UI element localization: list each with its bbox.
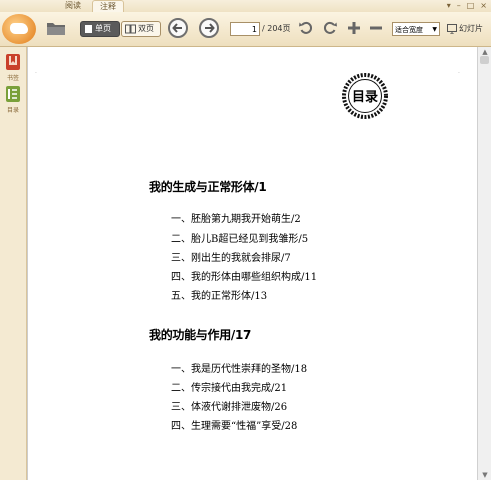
title-bar: 阅读 注释 ▾ – □ × bbox=[0, 0, 491, 13]
toolbar: 单页 双页 1 / 204页 适合宽度 ▼ 幻灯片 bbox=[0, 12, 491, 47]
toc-entry[interactable]: 一、我是历代性崇拜的圣物/18 bbox=[171, 363, 307, 377]
single-page-icon bbox=[85, 25, 92, 33]
zoom-select[interactable]: 适合宽度 ▼ bbox=[392, 22, 440, 36]
minus-icon bbox=[370, 26, 382, 30]
slideshow-button[interactable]: 幻灯片 bbox=[447, 22, 483, 36]
toc-badge-label: 目录 bbox=[351, 90, 378, 105]
toc-entry[interactable]: 二、胎儿B超已经见到我雏形/5 bbox=[171, 233, 308, 247]
minimize-icon[interactable]: – bbox=[457, 0, 461, 12]
arrow-left-icon bbox=[172, 23, 182, 33]
maximize-icon[interactable]: □ bbox=[467, 0, 475, 12]
sidebar-item-bookmarks[interactable]: 书签 bbox=[4, 53, 22, 82]
rotate-left-icon bbox=[299, 21, 313, 34]
double-page-label: 双页 bbox=[138, 24, 154, 33]
toc-entry[interactable]: 一、胚胎第九期我开始萌生/2 bbox=[171, 213, 301, 227]
window-controls: ▾ – □ × bbox=[447, 0, 487, 12]
toc-icon bbox=[6, 86, 20, 102]
chevron-down-icon: ▼ bbox=[432, 26, 437, 33]
scroll-up-icon[interactable]: ▲ bbox=[480, 48, 490, 56]
page-corner-mark: · bbox=[458, 70, 460, 77]
sidebar: 书签 目录 bbox=[0, 47, 27, 480]
close-icon[interactable]: × bbox=[480, 0, 487, 12]
zoom-value: 适合宽度 bbox=[395, 26, 423, 34]
single-page-button[interactable]: 单页 bbox=[80, 21, 120, 37]
toc-entry[interactable]: 五、我的正常形体/13 bbox=[171, 290, 267, 304]
scroll-down-icon[interactable]: ▼ bbox=[480, 471, 490, 479]
scroll-thumb[interactable] bbox=[480, 56, 489, 64]
slideshow-icon bbox=[447, 24, 457, 34]
prev-page-button[interactable] bbox=[168, 18, 188, 38]
toc-entry[interactable]: 三、体液代谢排泄废物/26 bbox=[171, 401, 287, 415]
sidebar-item-label: 书签 bbox=[6, 75, 19, 82]
plus-icon bbox=[348, 22, 360, 34]
sidebar-item-label: 目录 bbox=[6, 107, 19, 114]
vertical-scrollbar[interactable]: ▲ ▼ bbox=[477, 47, 491, 480]
section-heading[interactable]: 我的生成与正常形体/1 bbox=[149, 178, 267, 195]
page-total: / 204页 bbox=[262, 24, 291, 33]
tab-read[interactable]: 阅读 bbox=[58, 0, 88, 12]
page-number-input[interactable]: 1 bbox=[230, 22, 260, 36]
menu-icon[interactable]: ▾ bbox=[447, 0, 451, 12]
toc-entry[interactable]: 三、刚出生的我就会排尿/7 bbox=[171, 252, 291, 266]
slideshow-label: 幻灯片 bbox=[459, 24, 483, 33]
open-folder-icon[interactable] bbox=[46, 21, 66, 36]
rotate-left-button[interactable] bbox=[298, 20, 314, 36]
single-page-label: 单页 bbox=[95, 24, 111, 33]
rotate-right-icon bbox=[323, 21, 337, 34]
toc-entry[interactable]: 四、生理需要“性福”享受/28 bbox=[171, 420, 297, 434]
app-logo[interactable] bbox=[2, 14, 36, 44]
double-page-icon bbox=[125, 24, 136, 34]
sidebar-item-toc[interactable]: 目录 bbox=[4, 85, 22, 114]
arrow-right-icon bbox=[205, 23, 215, 33]
toc-entry[interactable]: 四、我的形体由哪些组织构成/11 bbox=[171, 271, 317, 285]
next-page-button[interactable] bbox=[199, 18, 219, 38]
zoom-out-button[interactable] bbox=[368, 20, 384, 36]
zoom-in-button[interactable] bbox=[346, 20, 362, 36]
rotate-right-button[interactable] bbox=[322, 20, 338, 36]
section-heading[interactable]: 我的功能与作用/17 bbox=[149, 326, 251, 343]
double-page-button[interactable]: 双页 bbox=[121, 21, 161, 37]
page-corner-mark: · bbox=[35, 70, 37, 77]
toc-entry[interactable]: 二、传宗接代由我完成/21 bbox=[171, 382, 287, 396]
bookmark-icon bbox=[6, 54, 20, 70]
